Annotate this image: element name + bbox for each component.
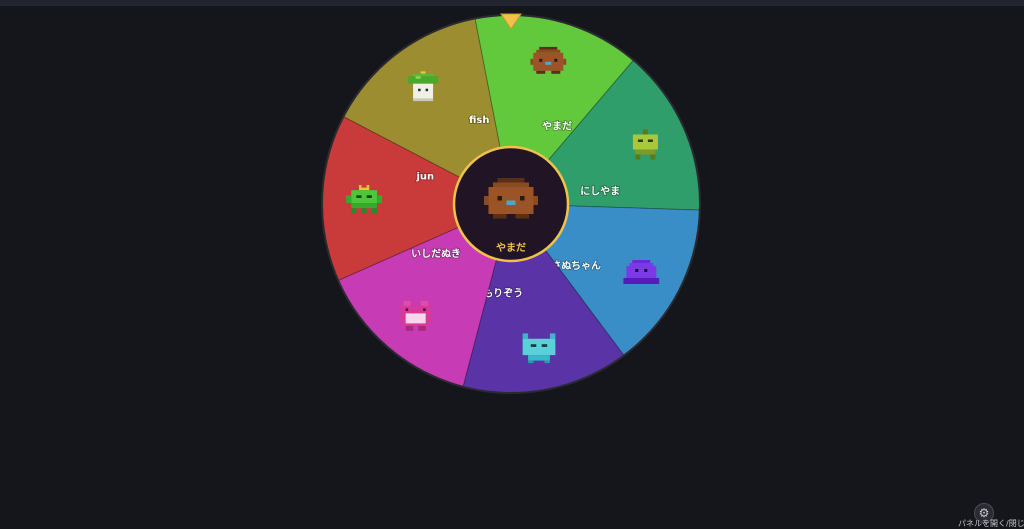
segment-label: fish (469, 115, 489, 126)
segment-label: やまだ (542, 121, 572, 133)
panel-toggle-button[interactable]: ⚙ パネルを開く/閉じる (944, 500, 1024, 528)
segment-label: jun (415, 171, 434, 182)
prize-wheel[interactable]: やまだにしやまさぬちゃんもりぞういしだぬきjunfish やまだ (0, 0, 1024, 528)
center-hub[interactable]: やまだ (452, 145, 570, 263)
segment-label: にしやま (580, 186, 620, 198)
segment-label: もりぞう (483, 288, 523, 300)
segment-label: いしだぬき (411, 248, 461, 260)
selected-name: やまだ (496, 242, 526, 254)
panel-toggle-label: パネルを開く/閉じる (958, 519, 1024, 528)
